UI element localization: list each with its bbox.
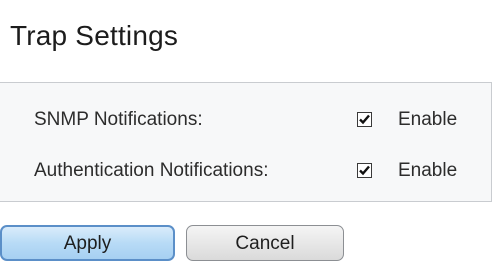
trap-settings-panel xyxy=(0,82,492,202)
snmp-notifications-enable-label: Enable xyxy=(398,109,458,130)
page-title: Trap Settings xyxy=(10,20,179,51)
top-border xyxy=(0,0,494,14)
snmp-notifications-label: SNMP Notifications: xyxy=(34,109,203,130)
apply-button[interactable]: Apply xyxy=(0,225,175,261)
authentication-notifications-enable-label: Enable xyxy=(398,160,458,181)
authentication-notifications-label: Authentication Notifications: xyxy=(34,160,269,181)
checkmark-icon xyxy=(359,114,370,125)
cancel-button[interactable]: Cancel xyxy=(186,225,344,261)
authentication-notifications-checkbox[interactable] xyxy=(357,163,372,178)
checkmark-icon xyxy=(359,165,370,176)
snmp-notifications-checkbox[interactable] xyxy=(357,112,372,127)
